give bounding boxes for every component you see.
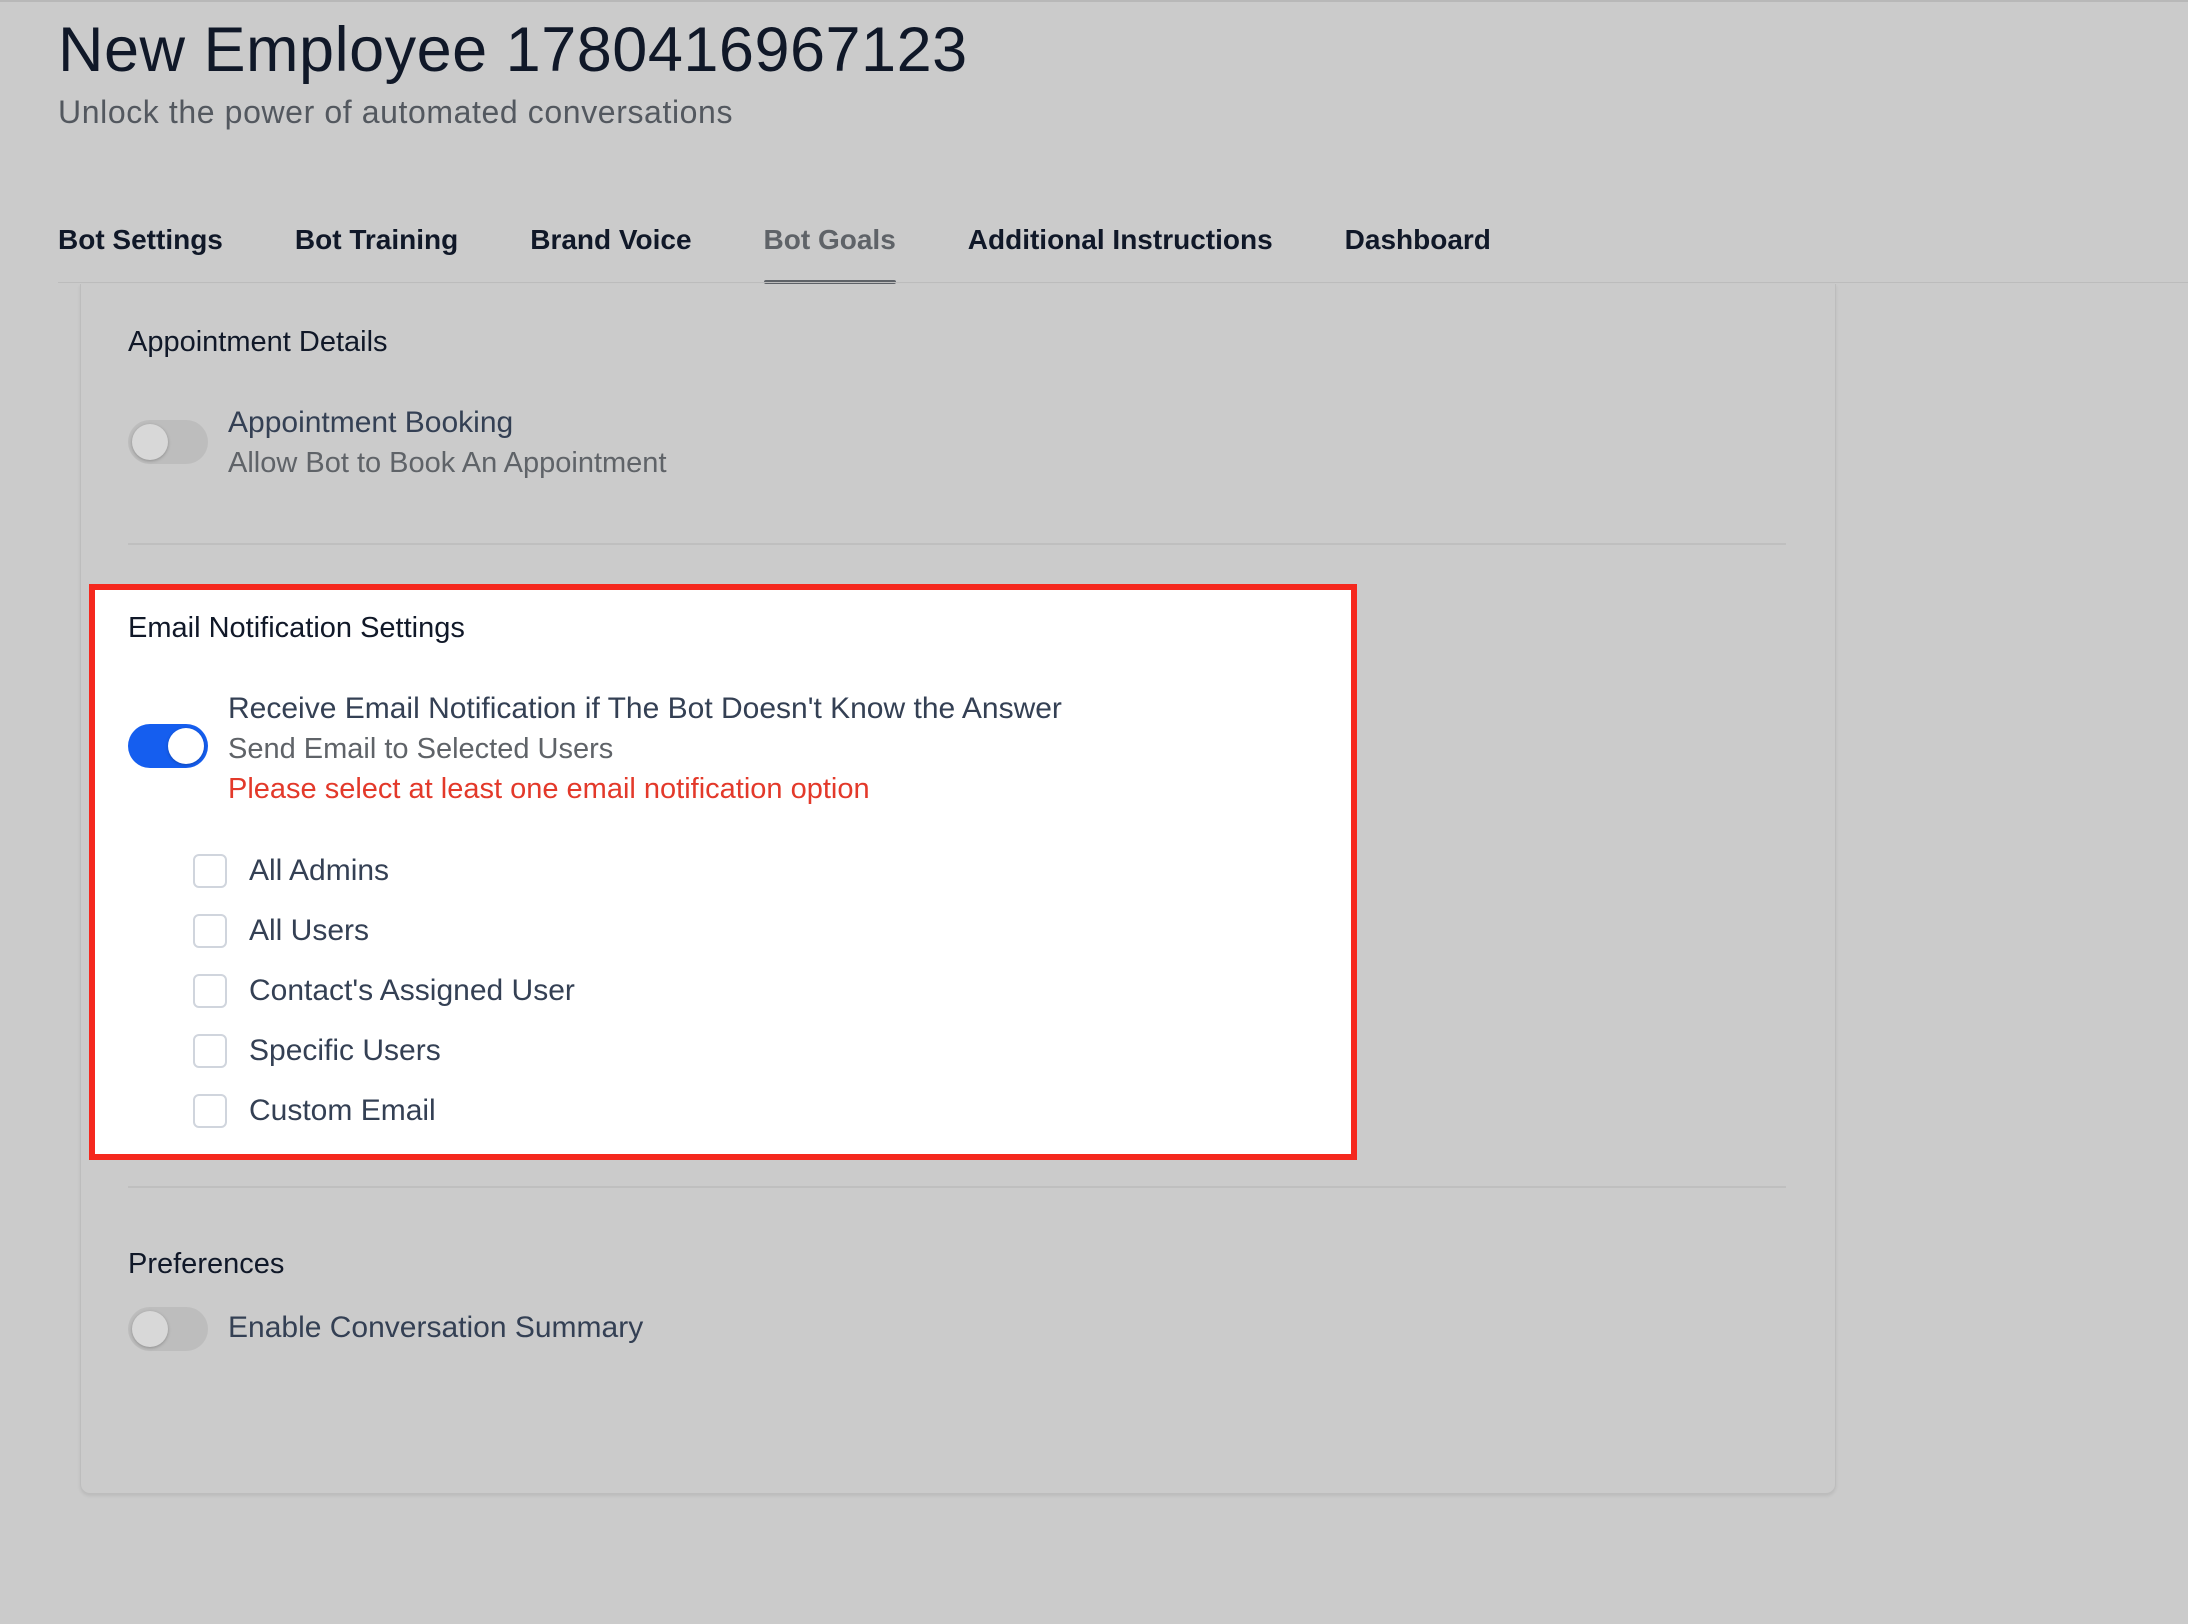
tab-brand-voice[interactable]: Brand Voice — [530, 220, 691, 278]
email-notification-section: Email Notification Settings Receive Emai… — [89, 584, 1357, 1160]
all-users-checkbox[interactable] — [193, 914, 227, 948]
option-label: All Admins — [249, 854, 390, 887]
option-specific-users[interactable]: Specific Users — [193, 1031, 441, 1071]
contacts-assigned-user-checkbox[interactable] — [193, 974, 227, 1008]
option-label: Specific Users — [249, 1034, 441, 1067]
preferences-section-title: Preferences — [128, 1248, 285, 1280]
conversation-summary-label: Enable Conversation Summary — [228, 1311, 644, 1344]
tab-bar: Bot Settings Bot Training Brand Voice Bo… — [58, 220, 1491, 284]
option-label: Custom Email — [249, 1094, 436, 1127]
option-label: All Users — [249, 914, 370, 947]
appointment-booking-desc: Allow Bot to Book An Appointment — [228, 447, 667, 479]
appointment-booking-title: Appointment Booking — [228, 406, 514, 439]
email-section-title: Email Notification Settings — [128, 612, 465, 644]
toggle-knob — [132, 424, 168, 460]
option-contacts-assigned-user[interactable]: Contact's Assigned User — [193, 971, 575, 1011]
appointment-booking-toggle[interactable] — [128, 420, 208, 464]
all-admins-checkbox[interactable] — [193, 854, 227, 888]
tabs-divider — [58, 282, 2188, 283]
page-subtitle: Unlock the power of automated conversati… — [58, 94, 734, 130]
email-error-message: Please select at least one email notific… — [228, 773, 870, 805]
tab-additional-instructions[interactable]: Additional Instructions — [968, 220, 1273, 278]
custom-email-checkbox[interactable] — [193, 1094, 227, 1128]
toggle-knob — [132, 1311, 168, 1347]
section-divider — [128, 1186, 1786, 1188]
tab-dashboard[interactable]: Dashboard — [1345, 220, 1491, 278]
toggle-knob — [168, 728, 204, 764]
conversation-summary-toggle[interactable] — [128, 1307, 208, 1351]
option-all-admins[interactable]: All Admins — [193, 851, 389, 891]
option-custom-email[interactable]: Custom Email — [193, 1091, 436, 1131]
tab-bot-goals[interactable]: Bot Goals — [763, 220, 897, 284]
page-title: New Employee 1780416967123 — [58, 15, 968, 85]
email-notification-toggle[interactable] — [128, 724, 208, 768]
appointment-section-title: Appointment Details — [128, 326, 388, 358]
tab-bot-training[interactable]: Bot Training — [295, 220, 458, 278]
option-label: Contact's Assigned User — [249, 974, 575, 1007]
option-all-users[interactable]: All Users — [193, 911, 369, 951]
section-divider — [128, 543, 1786, 545]
email-toggle-title: Receive Email Notification if The Bot Do… — [228, 692, 1062, 725]
specific-users-checkbox[interactable] — [193, 1034, 227, 1068]
top-border — [0, 0, 2188, 2]
email-toggle-desc: Send Email to Selected Users — [228, 733, 614, 765]
tab-bot-settings[interactable]: Bot Settings — [58, 220, 223, 278]
